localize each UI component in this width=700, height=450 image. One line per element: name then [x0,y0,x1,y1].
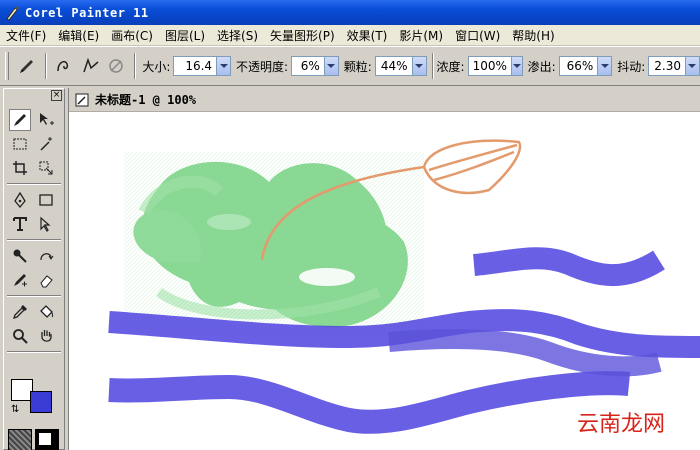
straight-lines-icon[interactable] [79,54,103,78]
toolbox-header: × [4,89,64,102]
menu-movie[interactable]: 影片(M) [393,27,449,44]
chevron-down-icon[interactable] [216,57,231,75]
jitter-value[interactable]: 2.30 [649,59,685,73]
separator [7,183,61,185]
chevron-down-icon[interactable] [684,57,699,75]
menu-shapes[interactable]: 矢量图形(P) [264,27,341,44]
grain-label: 颗粒: [343,59,372,74]
text-icon[interactable] [9,213,31,235]
menu-edit[interactable]: 编辑(E) [52,27,105,44]
dropper-move-icon[interactable] [35,109,57,131]
menu-canvas[interactable]: 画布(C) [105,27,159,44]
menu-file[interactable]: 文件(F) [0,27,52,44]
magic-wand-icon[interactable] [35,133,57,155]
cloner-icon[interactable] [9,269,31,291]
opacity-label: 不透明度: [236,59,289,74]
toolbox-panel: × ⇅ [3,88,65,450]
separator [134,53,137,79]
brush-tool-icon[interactable] [9,109,31,131]
grabber-hand-icon[interactable] [35,325,57,347]
opacity-field[interactable]: 6% [291,56,339,76]
property-bar: 大小: 16.4 不透明度: 6% 颗粒: 44% 浓度: 100% 渗出: 6… [0,46,700,86]
menu-layers[interactable]: 图层(L) [159,27,211,44]
paint-bucket-icon[interactable] [35,301,57,323]
chevron-down-icon[interactable] [510,57,522,75]
menu-select[interactable]: 选择(S) [211,27,264,44]
freehand-stroke-icon[interactable] [53,54,77,78]
separator [44,53,47,79]
watermark-text: 云南龙网 [576,412,665,437]
chevron-down-icon[interactable] [411,57,426,75]
grain-field[interactable]: 44% [374,56,427,76]
close-icon[interactable]: × [51,90,62,101]
paper-selector-icon[interactable] [8,429,32,450]
swap-colors-icon[interactable]: ⇅ [11,405,19,415]
document-window: 未标题-1 @ 100% 云南龙网 [68,88,700,450]
title-bar: Corel Painter 11 [0,0,700,25]
brush-icon[interactable] [15,54,39,78]
jitter-label: 抖动: [617,59,646,74]
size-label: 大小: [142,59,171,74]
chevron-down-icon[interactable] [597,57,612,75]
dodge-icon[interactable] [35,245,57,267]
layer-adjust-icon[interactable] [35,157,57,179]
size-value[interactable]: 16.4 [174,59,216,73]
toolbar-grip[interactable] [5,52,9,80]
opacity-value[interactable]: 6% [292,59,324,73]
blender-icon[interactable] [9,245,31,267]
rectangle-shape-icon[interactable] [35,189,57,211]
window-title: Corel Painter 11 [25,5,149,20]
menu-help[interactable]: 帮助(H) [506,27,560,44]
shape-selection-icon[interactable] [35,213,57,235]
rect-select-icon[interactable] [9,133,31,155]
document-title: 未标题-1 @ 100% [95,93,197,107]
reset-tool-icon[interactable] [105,54,129,78]
crop-icon[interactable] [9,157,31,179]
concentration-label: 浓度: [436,59,465,74]
concentration-field[interactable]: 100% [467,56,523,76]
separator [431,53,434,79]
menu-window[interactable]: 窗口(W) [449,27,506,44]
dropper-icon[interactable] [9,301,31,323]
bleed-label: 渗出: [527,59,556,74]
separator [7,351,61,353]
grain-value[interactable]: 44% [376,59,412,73]
size-field[interactable]: 16.4 [173,56,232,76]
bleed-field[interactable]: 66% [558,56,613,76]
bleed-value[interactable]: 66% [560,59,598,73]
additional-color-swatch[interactable] [30,391,52,413]
separator [7,295,61,297]
concentration-value[interactable]: 100% [469,59,511,73]
menu-effects[interactable]: 效果(T) [341,27,394,44]
separator [7,239,61,241]
chevron-down-icon[interactable] [323,57,338,75]
menu-bar: 文件(F) 编辑(E) 画布(C) 图层(L) 选择(S) 矢量图形(P) 效果… [0,25,700,46]
pattern-selector-icon[interactable] [35,429,59,450]
green-scribble [124,152,424,332]
document-title-bar: 未标题-1 @ 100% [69,88,700,112]
jitter-field[interactable]: 2.30 [648,56,700,76]
eraser-icon[interactable] [35,269,57,291]
pen-icon[interactable] [9,189,31,211]
magnifier-icon[interactable] [9,325,31,347]
painting-canvas[interactable] [69,112,700,450]
document-icon [75,93,89,106]
painter-app-icon [6,5,19,21]
